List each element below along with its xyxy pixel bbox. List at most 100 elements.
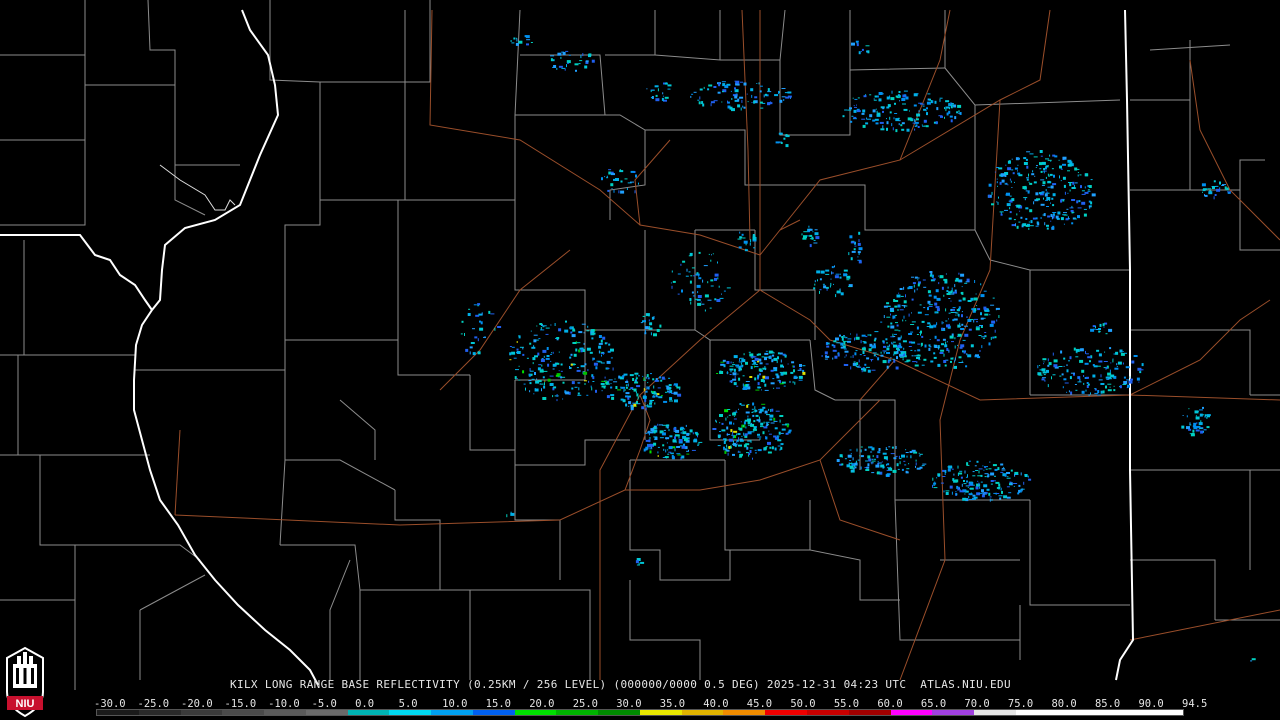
echo-pixel bbox=[556, 394, 558, 397]
echo-pixel bbox=[951, 341, 954, 343]
echo-pixel bbox=[974, 308, 977, 312]
echo-pixel bbox=[957, 465, 959, 469]
echo-pixel bbox=[988, 183, 992, 187]
echo-pixel bbox=[886, 118, 887, 120]
echo-pixel bbox=[755, 409, 758, 412]
echo-pixel bbox=[920, 103, 925, 105]
echo-pixel bbox=[710, 103, 712, 107]
echo-pixel bbox=[1019, 210, 1021, 212]
echo-pixel bbox=[858, 247, 863, 251]
echo-pixel bbox=[935, 312, 937, 313]
echo-pixel bbox=[666, 386, 670, 390]
echo-pixel bbox=[534, 355, 538, 358]
echo-pixel bbox=[944, 344, 948, 348]
echo-pixel bbox=[864, 363, 867, 366]
echo-pixel bbox=[758, 82, 760, 85]
echo-pixel bbox=[1044, 193, 1048, 197]
echo-pixel bbox=[958, 306, 961, 310]
echo-pixel bbox=[747, 101, 749, 103]
echo-pixel bbox=[895, 118, 900, 122]
echo-pixel bbox=[872, 119, 876, 122]
echo-pixel bbox=[1051, 197, 1054, 200]
echo-pixel bbox=[914, 289, 916, 293]
echo-pixel bbox=[558, 328, 562, 332]
echo-pixel bbox=[718, 83, 721, 87]
echo-pixel bbox=[737, 373, 739, 375]
echo-pixel bbox=[916, 326, 919, 330]
echo-pixel bbox=[1043, 197, 1044, 200]
echo-pixel bbox=[571, 381, 575, 385]
echo-pixel bbox=[1088, 394, 1090, 397]
echo-pixel bbox=[621, 386, 626, 389]
echo-pixel bbox=[998, 486, 1000, 489]
echo-pixel bbox=[1060, 217, 1064, 221]
echo-pixel bbox=[569, 356, 572, 359]
echo-pixel bbox=[967, 354, 972, 358]
echo-pixel bbox=[775, 373, 779, 376]
echo-pixel bbox=[854, 106, 857, 108]
echo-pixel bbox=[1034, 175, 1036, 177]
echo-pixel bbox=[636, 393, 639, 397]
echo-pixel bbox=[917, 311, 922, 314]
echo-pixel bbox=[779, 141, 783, 143]
echo-pixel bbox=[518, 40, 523, 44]
echo-pixel bbox=[1029, 182, 1033, 185]
echo-pixel bbox=[661, 97, 664, 101]
echo-pixel bbox=[906, 455, 908, 458]
echo-pixel bbox=[855, 336, 860, 340]
echo-pixel bbox=[1141, 363, 1144, 367]
echo-pixel bbox=[961, 314, 963, 318]
echo-pixel bbox=[522, 347, 524, 350]
echo-pixel bbox=[773, 420, 778, 422]
echo-pixel bbox=[844, 364, 849, 366]
echo-pixel bbox=[531, 378, 535, 380]
echo-pixel bbox=[1024, 474, 1028, 477]
echo-pixel bbox=[1067, 216, 1069, 220]
echo-pixel bbox=[858, 51, 861, 55]
echo-pixel bbox=[753, 247, 756, 249]
echo-pixel bbox=[753, 420, 756, 423]
echo-pixel bbox=[560, 363, 563, 366]
echo-pixel bbox=[1095, 326, 1096, 329]
echo-pixel bbox=[849, 460, 852, 462]
echo-pixel bbox=[552, 395, 554, 398]
echo-pixel bbox=[927, 300, 931, 304]
echo-pixel bbox=[1221, 185, 1225, 186]
echo-pixel bbox=[1203, 429, 1207, 431]
echo-pixel bbox=[467, 313, 471, 316]
echo-pixel bbox=[716, 299, 721, 302]
echo-pixel bbox=[617, 389, 622, 391]
echo-pixel bbox=[896, 350, 899, 354]
echo-pixel bbox=[677, 454, 682, 456]
echo-pixel bbox=[964, 333, 969, 337]
echo-pixel bbox=[674, 436, 676, 440]
echo-pixel bbox=[469, 351, 471, 355]
echo-pixel bbox=[965, 365, 968, 368]
echo-pixel bbox=[1062, 156, 1067, 160]
echo-pixel bbox=[908, 286, 913, 289]
echo-pixel bbox=[814, 229, 818, 231]
echo-pixel bbox=[933, 295, 937, 299]
echo-pixel bbox=[871, 460, 876, 462]
echo-pixel bbox=[912, 118, 914, 120]
echo-pixel bbox=[768, 89, 770, 92]
echo-pixel bbox=[981, 489, 984, 493]
echo-pixel bbox=[899, 356, 904, 358]
echo-pixel bbox=[695, 433, 699, 436]
echo-pixel bbox=[849, 107, 852, 110]
echo-pixel bbox=[755, 389, 760, 391]
echo-pixel bbox=[513, 357, 517, 359]
echo-pixel bbox=[1222, 184, 1226, 186]
echo-pixel bbox=[1037, 365, 1039, 369]
echo-pixel bbox=[887, 463, 890, 466]
echo-pixel bbox=[1015, 157, 1019, 161]
echo-pixel bbox=[950, 293, 955, 295]
echo-pixel bbox=[510, 40, 512, 42]
echo-pixel bbox=[814, 232, 819, 236]
echo-pixel bbox=[826, 342, 830, 345]
echo-pixel bbox=[1008, 217, 1012, 220]
echo-pixel bbox=[1062, 163, 1066, 166]
echo-pixel bbox=[627, 396, 630, 400]
echo-pixel bbox=[1072, 181, 1075, 185]
echo-pixel bbox=[764, 410, 768, 414]
